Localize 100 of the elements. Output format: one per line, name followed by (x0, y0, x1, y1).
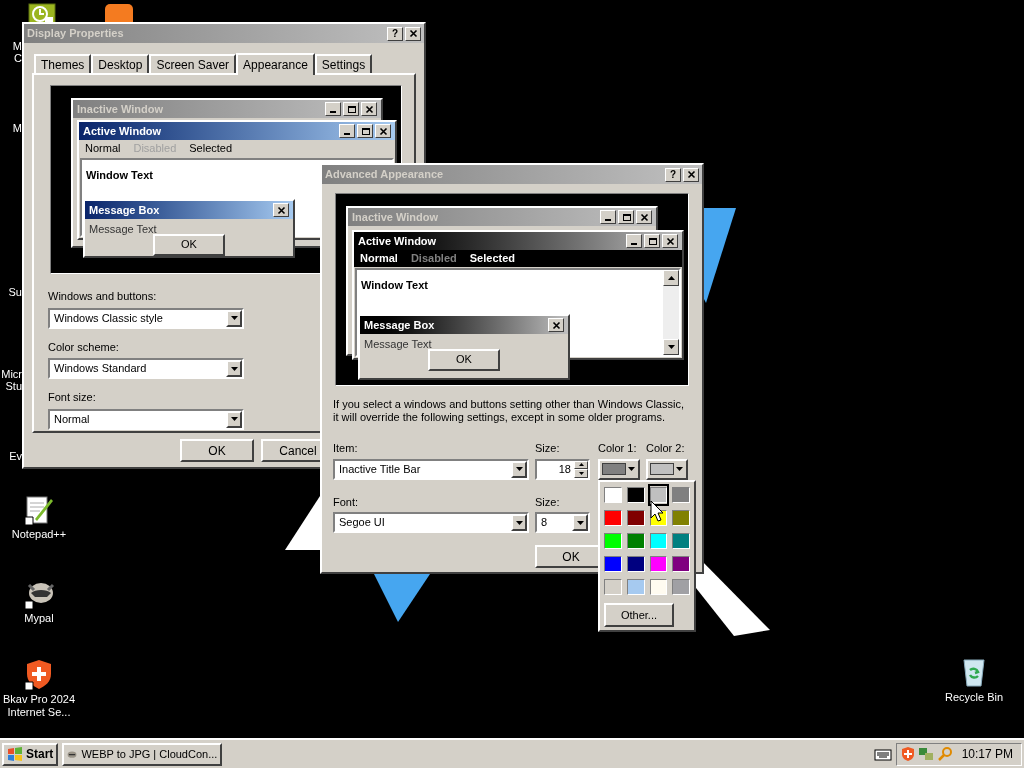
close-icon (639, 212, 649, 222)
tab[interactable]: Themes (34, 54, 92, 73)
color-picker-button[interactable] (598, 458, 640, 480)
dropdown-field[interactable]: Normal (48, 408, 244, 430)
minimize-button[interactable] (325, 102, 341, 116)
close-icon (378, 126, 388, 136)
close-button[interactable] (375, 124, 391, 138)
field-label: Size: (535, 494, 561, 510)
color-picker-button[interactable] (646, 458, 688, 480)
window-title: Message Box (89, 202, 161, 218)
close-button[interactable] (405, 26, 421, 41)
field-label: Item: (333, 441, 359, 456)
maximize-icon (647, 236, 657, 246)
tab[interactable]: Settings (314, 54, 373, 73)
dropdown-arrow-button[interactable] (226, 360, 242, 377)
window-title: Active Window (358, 233, 438, 249)
field-label: Windows and buttons: (48, 289, 157, 304)
minimize-icon (330, 111, 336, 113)
menu-item[interactable]: Selected (189, 140, 233, 157)
menu-item[interactable]: Normal (360, 250, 398, 267)
caret-icon (230, 417, 238, 421)
icon-label: Stu (5, 380, 22, 392)
minimize-icon (631, 243, 637, 245)
field-label: Color 1: (598, 441, 638, 456)
window-title: Display Properties (27, 26, 125, 42)
dropdown-arrow-button[interactable] (226, 309, 242, 327)
maximize-button[interactable] (343, 102, 359, 116)
close-icon (364, 104, 374, 114)
maximize-icon (360, 126, 370, 136)
windows-flag-icon (7, 747, 23, 761)
menu-item[interactable]: Disabled (410, 250, 457, 267)
minimize-button[interactable] (626, 234, 642, 248)
icon-label: M (12, 122, 22, 134)
tab[interactable]: Appearance (236, 53, 315, 75)
start-button[interactable]: Start (2, 742, 59, 766)
size-spinner[interactable]: 18 (535, 458, 590, 480)
close-button[interactable] (548, 318, 564, 332)
icon-label: C (14, 52, 22, 64)
icon-label: Micr (1, 368, 22, 380)
close-button[interactable] (273, 203, 289, 217)
dropdown-arrow-button[interactable] (511, 460, 527, 478)
close-button[interactable] (361, 102, 377, 116)
field-label: Font size: (48, 390, 96, 405)
menu-item[interactable]: Normal (85, 140, 121, 157)
up-arrow-icon (578, 463, 584, 467)
tab[interactable]: Desktop (91, 54, 150, 73)
field-label: Color 2: (646, 441, 686, 456)
taskbar-button[interactable]: WEBP to JPG | CloudCon... (62, 742, 223, 766)
help-button[interactable]: ? (665, 167, 681, 182)
caret-icon (230, 366, 238, 371)
scrollbar[interactable] (663, 270, 679, 355)
other-colors-button[interactable]: Other... (604, 603, 674, 627)
network-icon[interactable] (917, 746, 934, 762)
maximize-button[interactable] (357, 124, 373, 138)
dialog-button[interactable]: OK (180, 439, 254, 462)
close-button[interactable] (662, 234, 678, 248)
dropdown-field[interactable]: Inactive Title Bar (333, 458, 529, 480)
minimize-button[interactable] (600, 210, 616, 224)
maximize-button[interactable] (644, 234, 660, 248)
caret-icon (676, 467, 683, 471)
close-icon (665, 236, 675, 246)
maximize-button[interactable] (618, 210, 634, 224)
up-arrow-icon (667, 276, 675, 280)
minimize-button[interactable] (339, 124, 355, 138)
window-title: Active Window (83, 123, 163, 139)
caret-icon (230, 316, 238, 320)
dropdown-arrow-button[interactable] (572, 514, 588, 531)
tab[interactable]: Screen Saver (149, 54, 237, 73)
caret-icon (515, 467, 523, 471)
maximize-icon (346, 104, 356, 114)
maximize-icon (621, 212, 631, 222)
field-label: Font: (333, 494, 360, 510)
dropdown-field[interactable]: Windows Standard (48, 358, 244, 379)
window-title: Advanced Appearance (325, 167, 445, 183)
caret-icon (628, 467, 635, 471)
close-icon (408, 29, 418, 38)
window-text: Window Text (86, 169, 153, 181)
caret-icon (576, 520, 584, 525)
close-button[interactable] (636, 210, 652, 224)
keyboard-icon[interactable] (873, 747, 892, 761)
help-button[interactable]: ? (387, 26, 403, 41)
ok-button[interactable]: OK (153, 233, 225, 256)
notepad-icon[interactable] (23, 493, 55, 525)
icon-label: Ev (9, 450, 22, 462)
window-text: Window Text (361, 279, 428, 291)
dropdown-field[interactable]: 8 (535, 512, 590, 533)
close-button[interactable] (683, 167, 699, 182)
ok-button[interactable]: OK (428, 348, 500, 371)
dropdown-arrow-button[interactable] (226, 410, 242, 428)
icon-label: Recycle Bin (943, 691, 1005, 704)
icon-label: Su (8, 286, 22, 298)
dropdown-field[interactable]: Segoe UI (333, 512, 529, 533)
icon-label: Bkav Pro 2024 Internet Se... (1, 693, 77, 719)
dropdown-field[interactable]: Windows Classic style (48, 307, 244, 329)
dropdown-arrow-button[interactable] (511, 514, 527, 531)
menu-item[interactable]: Selected (469, 250, 515, 267)
close-icon (276, 205, 286, 215)
clock[interactable]: 10:17 PM (961, 745, 1013, 763)
window-title: Message Box (364, 317, 436, 333)
icon-label: Notepad++ (10, 528, 68, 541)
